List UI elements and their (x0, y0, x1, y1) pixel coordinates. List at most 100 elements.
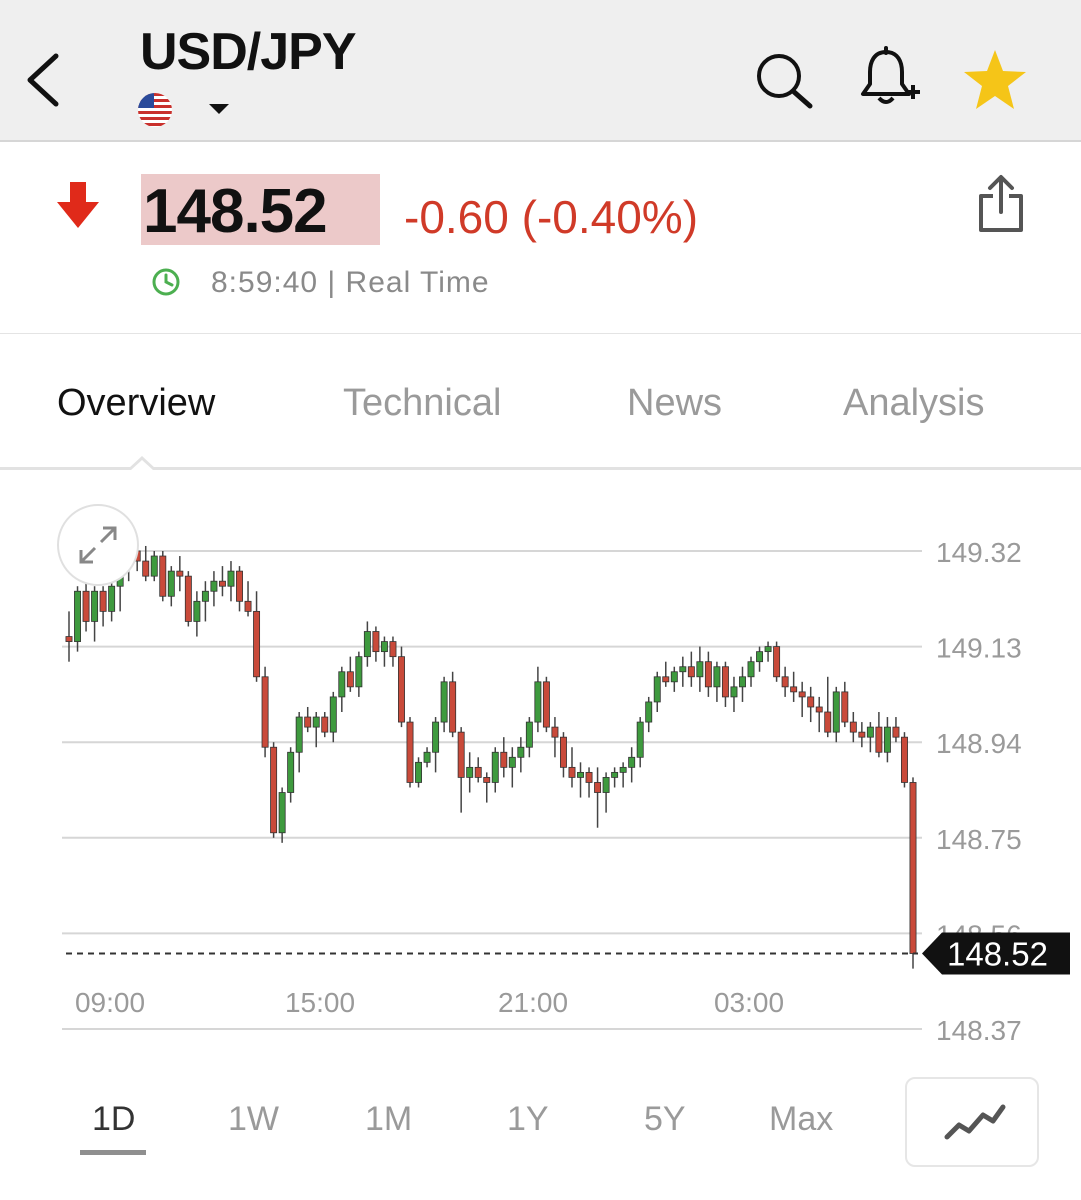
candle-body (713, 666, 721, 688)
candle-body (508, 756, 516, 768)
candle-body (227, 570, 235, 587)
candle-body (875, 726, 883, 753)
divider (0, 333, 1081, 334)
candle-body (721, 666, 729, 698)
candle-body (764, 646, 772, 653)
candle-body (841, 691, 849, 723)
candle-body (551, 726, 559, 738)
candle-body (773, 646, 781, 678)
range-1m[interactable]: 1M (365, 1100, 412, 1139)
tab-analysis[interactable]: Analysis (843, 382, 985, 425)
back-arrow-icon[interactable] (22, 50, 66, 110)
candle-body (909, 782, 917, 954)
candle-body (218, 580, 226, 587)
candle-body (619, 766, 627, 773)
bell-plus-icon[interactable] (856, 46, 922, 110)
star-icon[interactable] (962, 48, 1028, 112)
search-icon[interactable] (752, 50, 816, 110)
candle-body (628, 756, 636, 768)
candle-body (687, 666, 695, 678)
candle-body (611, 771, 619, 778)
y-tick-label: 148.37 (936, 1015, 1022, 1040)
chart-type-button[interactable] (905, 1077, 1039, 1167)
candle-body (159, 555, 167, 597)
range-5y[interactable]: 5Y (644, 1100, 686, 1139)
candle-body (150, 555, 158, 577)
tab-overview[interactable]: Overview (57, 382, 215, 425)
symbol-title: USD/JPY (140, 23, 357, 81)
candle-body (329, 696, 337, 733)
tab-news[interactable]: News (627, 382, 722, 425)
candle-body (184, 575, 192, 622)
share-icon[interactable] (975, 174, 1027, 234)
candle-body (99, 590, 107, 612)
active-tab-pointer-fill (131, 460, 153, 470)
candle-body (457, 731, 465, 778)
candle-body (824, 711, 832, 733)
expand-icon (79, 526, 117, 564)
candle-body (747, 661, 755, 678)
active-range-underline (80, 1150, 146, 1155)
candle-body (372, 631, 380, 653)
candle-body (406, 721, 414, 783)
range-1d[interactable]: 1D (92, 1100, 135, 1139)
candle-body (355, 656, 363, 688)
quote-timestamp: 8:59:40 | Real Time (211, 266, 490, 299)
candle-body (440, 681, 448, 723)
expand-button[interactable] (57, 504, 139, 586)
candle-body (82, 590, 90, 622)
candle-body (491, 751, 499, 783)
candle-body (423, 751, 431, 763)
candle-body (466, 766, 474, 778)
current-price-label: 148.52 (947, 936, 1048, 973)
y-tick-label: 149.13 (936, 633, 1022, 664)
candle-body (65, 636, 73, 642)
candle-body (645, 701, 653, 723)
candle-body (415, 761, 423, 783)
chevron-down-icon[interactable] (207, 102, 231, 116)
candle-body (696, 661, 704, 678)
candle-body (287, 751, 295, 793)
price-change: -0.60 (-0.40%) (404, 191, 699, 243)
candle-body (321, 716, 329, 733)
candle-body (730, 686, 738, 698)
candle-body (312, 716, 320, 728)
candle-body (346, 671, 354, 688)
candle-body (866, 726, 874, 738)
candle-body (167, 570, 175, 597)
candle-body (679, 666, 687, 673)
range-1y[interactable]: 1Y (507, 1100, 549, 1139)
candle-body (176, 570, 184, 577)
candle-body (193, 600, 201, 622)
clock-icon (152, 268, 180, 296)
candle-body (739, 676, 746, 688)
x-tick-label: 15:00 (285, 987, 355, 1018)
candle-body (858, 731, 866, 738)
candle-body (449, 681, 457, 733)
range-1w[interactable]: 1W (228, 1100, 279, 1139)
candle-body (363, 631, 371, 658)
y-tick-label: 148.94 (936, 728, 1022, 759)
us-flag-icon (138, 93, 172, 127)
price-chart[interactable]: 149.32149.13148.94148.75148.56148.37148.… (0, 470, 1081, 1040)
candle-body (704, 661, 712, 688)
candle-body (585, 771, 593, 783)
candle-body (261, 676, 269, 748)
range-max[interactable]: Max (769, 1100, 833, 1139)
candle-body (781, 676, 789, 688)
candle-body (432, 721, 440, 753)
candle-body (244, 600, 252, 612)
candle-body (832, 691, 840, 733)
y-tick-label: 148.75 (936, 824, 1022, 855)
line-chart-icon (944, 1104, 1006, 1140)
candle-body (108, 585, 116, 612)
candle-body (210, 580, 218, 592)
x-tick-label: 21:00 (498, 987, 568, 1018)
candle-body (517, 746, 525, 758)
candle-body (534, 681, 542, 723)
tab-technical[interactable]: Technical (343, 382, 501, 425)
y-tick-label: 149.32 (936, 537, 1022, 568)
candle-body (525, 721, 533, 748)
candle-body (653, 676, 661, 703)
candle-body (483, 777, 491, 783)
